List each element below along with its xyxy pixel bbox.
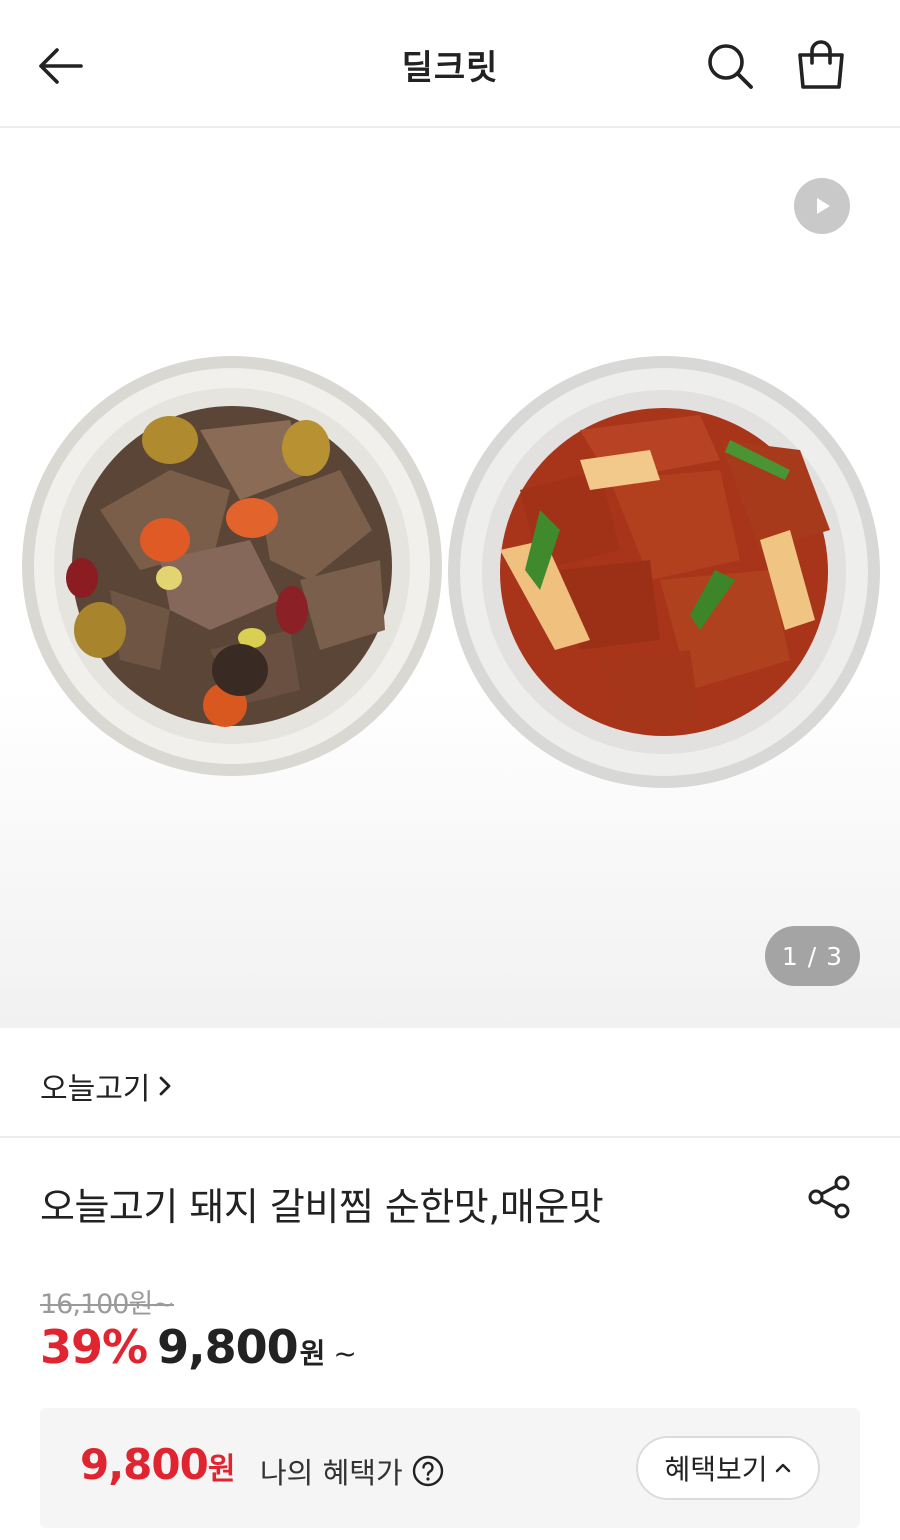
search-icon	[708, 44, 753, 89]
image-pager-indicator: 1 / 3	[765, 926, 860, 986]
sale-price-row: 39% 9,800 원 ~	[40, 1320, 357, 1374]
original-price: 16,100원~	[40, 1289, 175, 1320]
cart-button[interactable]	[790, 34, 852, 96]
sale-price: 9,800	[157, 1320, 299, 1374]
brand-row: 오늘고기	[0, 1028, 900, 1138]
spicy-galbi-bowl-image	[448, 356, 880, 788]
product-title: 오늘고기 돼지 갈비찜 순한맛,매운맛	[40, 1185, 604, 1229]
view-benefits-button[interactable]: 혜택보기	[636, 1436, 820, 1500]
benefit-price-unit: 원	[207, 1452, 236, 1487]
play-icon	[817, 198, 830, 214]
benefit-price: 9,800원	[80, 1440, 236, 1489]
benefit-label-row: 나의 혜택가	[260, 1450, 445, 1492]
sale-price-suffix: ~	[333, 1337, 357, 1370]
mild-galbi-bowl-image	[22, 356, 442, 776]
benefit-price-value: 9,800	[80, 1440, 209, 1489]
brand-link[interactable]: 오늘고기	[40, 1064, 172, 1108]
search-button[interactable]	[700, 36, 760, 96]
share-icon	[808, 1175, 850, 1219]
benefit-label: 나의 혜택가	[260, 1456, 403, 1490]
top-app-bar: 딜크릿	[0, 0, 900, 128]
sale-price-unit: 원	[299, 1337, 326, 1370]
brand-name: 오늘고기	[40, 1072, 151, 1107]
benefit-price-bar: 9,800원 나의 혜택가 혜택보기	[40, 1408, 860, 1528]
product-image-carousel[interactable]: 1 / 3	[0, 130, 900, 1028]
chevron-up-icon	[774, 1461, 792, 1475]
discount-rate: 39%	[40, 1320, 148, 1374]
page-title: 딜크릿	[401, 48, 499, 88]
chevron-right-icon	[158, 1075, 172, 1097]
question-circle-icon[interactable]	[411, 1454, 445, 1488]
play-video-button[interactable]	[794, 178, 850, 234]
share-button[interactable]	[800, 1168, 858, 1226]
product-photo	[22, 356, 880, 788]
view-benefits-label: 혜택보기	[664, 1453, 768, 1486]
shopping-bag-icon	[798, 40, 844, 89]
